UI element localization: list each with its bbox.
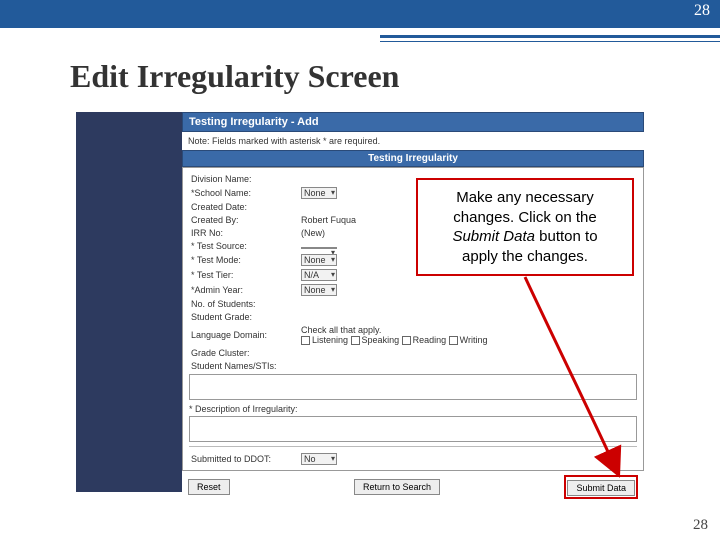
left-nav-strip [76,112,182,492]
checkbox-writing[interactable] [449,336,458,345]
label-student-names: Student Names/STIs: [189,359,299,372]
label-admin-year: *Admin Year: [189,282,299,297]
label-grade-cluster: Grade Cluster: [189,346,299,359]
test-mode-select[interactable]: None [301,254,337,266]
dom-speaking: Speaking [362,335,400,345]
checkbox-listening[interactable] [301,336,310,345]
required-note: Note: Fields marked with asterisk * are … [182,132,644,150]
label-irr-no: IRR No: [189,226,299,239]
label-created-by: Created By: [189,213,299,226]
arrow-icon [520,272,640,482]
page-title: Edit Irregularity Screen [70,58,720,95]
label-no-students: No. of Students: [189,297,299,310]
callout-line1: Make any necessary [456,189,594,206]
callout-line3a: Submit Data [452,228,535,245]
label-test-mode: * Test Mode: [189,252,299,267]
label-division: Division Name: [189,172,299,185]
section-band: Testing Irregularity [182,150,644,167]
callout-line4: apply the changes. [462,248,588,265]
return-button[interactable]: Return to Search [354,479,440,495]
dom-reading: Reading [413,335,447,345]
dom-writing: Writing [460,335,488,345]
value-irr-no: (New) [301,228,325,238]
label-student-grade: Student Grade: [189,310,299,323]
value-created-by: Robert Fuqua [301,215,356,225]
instruction-callout: Make any necessary changes. Click on the… [416,178,634,276]
page-number-top: 28 [694,2,710,20]
label-lang-domain: Language Domain: [189,323,299,346]
test-source-select[interactable] [301,247,337,249]
submitted-select[interactable]: No [301,453,337,465]
checkbox-reading[interactable] [402,336,411,345]
accent-lines [0,28,720,42]
checkbox-speaking[interactable] [351,336,360,345]
test-tier-select[interactable]: N/A [301,269,337,281]
reset-button[interactable]: Reset [188,479,230,495]
label-created-date: Created Date: [189,200,299,213]
page-number-bottom: 28 [693,517,708,534]
label-submitted: Submitted to DDOT: [189,451,299,466]
check-hint: Check all that apply. [301,325,381,335]
label-test-tier: * Test Tier: [189,267,299,282]
submit-button[interactable]: Submit Data [567,480,635,496]
label-test-source: * Test Source: [189,239,299,252]
form-header: Testing Irregularity - Add [182,112,644,132]
callout-line2: changes. Click on the [453,209,596,226]
admin-year-select[interactable]: None [301,284,337,296]
callout-line3b: button to [535,228,598,245]
dom-listening: Listening [312,335,348,345]
label-school: *School Name: [189,185,299,200]
school-select[interactable]: None [301,187,337,199]
